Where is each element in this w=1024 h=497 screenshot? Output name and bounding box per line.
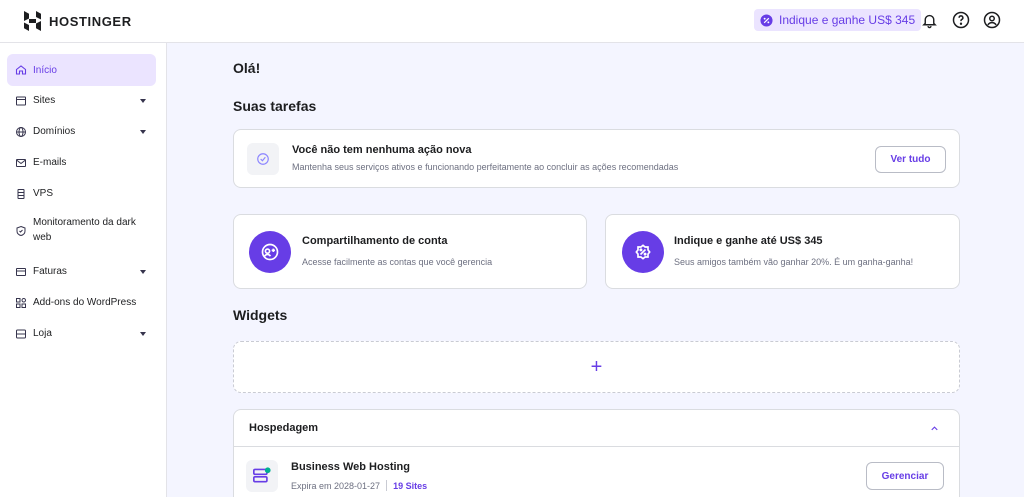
hostinger-logo[interactable]: HOSTINGER — [24, 11, 132, 31]
browser-icon — [15, 95, 27, 107]
users-share-icon — [261, 243, 279, 261]
sidebar-item-label: Monitoramento da dark web — [33, 217, 136, 243]
shield-icon — [15, 225, 27, 237]
home-icon — [15, 64, 27, 76]
tasks-card: Você não tem nenhuma ação nova Mantenha … — [233, 129, 960, 188]
help-button[interactable] — [951, 10, 971, 30]
tasks-card-subtitle: Mantenha seus serviços ativos e funciona… — [292, 162, 679, 172]
sidebar-item-sites[interactable]: Sites — [7, 85, 156, 116]
meta-divider — [386, 480, 388, 491]
check-circle-icon — [257, 153, 269, 165]
sidebar-item-loja[interactable]: Loja — [7, 318, 156, 349]
discount-badge-icon — [635, 244, 651, 260]
user-circle-icon — [983, 11, 1001, 29]
sidebar: Início Sites Domínios E-mails VPS Monito… — [0, 43, 167, 497]
referral-card[interactable]: Indique e ganhe até US$ 345 Seus amigos … — [605, 214, 960, 289]
hosting-widget-header[interactable]: Hospedagem — [234, 410, 959, 447]
chevron-down-icon — [140, 98, 146, 103]
chevron-down-icon — [140, 331, 146, 336]
hosting-widget-title: Hospedagem — [249, 422, 319, 434]
sidebar-item-vps[interactable]: VPS — [7, 178, 156, 209]
tasks-heading: Suas tarefas — [233, 98, 317, 114]
help-circle-icon — [952, 11, 970, 29]
tasks-card-title: Você não tem nenhuma ação nova — [292, 144, 472, 156]
server-icon — [15, 188, 27, 200]
manage-hosting-button[interactable]: Gerenciar — [866, 462, 944, 490]
hosting-widget: Hospedagem Business Web Hosting Expira e… — [233, 409, 960, 497]
sidebar-item-dominios[interactable]: Domínios — [7, 116, 156, 147]
top-header: HOSTINGER Indique e ganhe US$ 345 — [0, 0, 1024, 43]
discount-badge-icon — [760, 13, 773, 27]
server-status-icon — [253, 467, 271, 483]
chevron-down-icon — [140, 269, 146, 274]
globe-icon — [15, 126, 27, 138]
logo-text: HOSTINGER — [49, 13, 132, 29]
referral-card-title: Indique e ganhe até US$ 345 — [674, 235, 823, 247]
account-sharing-icon-circle — [249, 231, 291, 273]
sidebar-item-label: Domínios — [33, 126, 76, 137]
sidebar-item-label: E-mails — [33, 157, 67, 168]
hosting-plan-title: Business Web Hosting — [291, 461, 410, 473]
sidebar-item-faturas[interactable]: Faturas — [7, 256, 156, 287]
hosting-plan-meta: Expira em 2028-01-27 19 Sites — [291, 480, 427, 491]
referral-card-subtitle: Seus amigos também vão ganhar 20%. É um … — [674, 257, 914, 267]
add-widget-button[interactable]: + — [233, 341, 960, 393]
hosting-plan-icon-box — [246, 460, 278, 492]
hosting-expiry: Expira em 2028-01-27 — [291, 480, 381, 491]
plus-icon: + — [590, 356, 603, 378]
credit-card-icon — [15, 266, 27, 278]
store-icon — [15, 328, 27, 340]
sidebar-item-dark-web[interactable]: Monitoramento da dark web — [7, 215, 156, 249]
sidebar-item-wp-addons[interactable]: Add-ons do WordPress — [7, 287, 156, 318]
sidebar-item-inicio[interactable]: Início — [7, 54, 156, 86]
view-all-button[interactable]: Ver tudo — [875, 146, 946, 173]
account-sharing-subtitle: Acesse facilmente as contas que você ger… — [302, 257, 493, 267]
sidebar-item-label: Loja — [33, 328, 52, 339]
sidebar-item-label: VPS — [33, 188, 54, 199]
chevron-down-icon — [140, 129, 146, 134]
sidebar-item-label: Início — [33, 64, 57, 76]
notifications-button[interactable] — [919, 10, 939, 30]
sidebar-item-label: Faturas — [33, 266, 67, 277]
addons-icon — [15, 297, 27, 309]
account-sharing-title: Compartilhamento de conta — [302, 235, 448, 247]
page-greeting: Olá! — [233, 60, 261, 76]
task-status-icon-box — [247, 143, 279, 175]
account-button[interactable] — [982, 10, 1002, 30]
referral-icon-circle — [622, 231, 664, 273]
referral-button[interactable]: Indique e ganhe US$ 345 — [754, 9, 922, 31]
sidebar-item-emails[interactable]: E-mails — [7, 147, 156, 178]
referral-label: Indique e ganhe US$ 345 — [779, 13, 916, 27]
hosting-sites-link[interactable]: 19 Sites — [393, 481, 427, 491]
mail-icon — [15, 157, 27, 169]
sidebar-item-label: Add-ons do WordPress — [33, 297, 137, 308]
chevron-up-icon[interactable] — [929, 423, 940, 434]
sidebar-item-label: Sites — [33, 95, 56, 106]
bell-icon — [921, 14, 937, 28]
hostinger-logo-icon — [24, 11, 41, 31]
account-sharing-card[interactable]: Compartilhamento de conta Acesse facilme… — [233, 214, 587, 289]
widgets-heading: Widgets — [233, 307, 288, 323]
